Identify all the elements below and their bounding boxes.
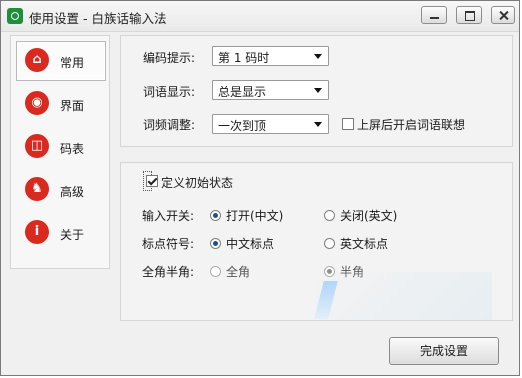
chevron-down-icon xyxy=(314,88,322,93)
input-on-radio[interactable] xyxy=(210,210,221,221)
close-button[interactable] xyxy=(491,6,515,24)
phrase-display-value: 总是显示 xyxy=(218,85,267,99)
input-switch-label: 输入开关: xyxy=(142,209,195,223)
window-title: 使用设置 - 白族话输入法 xyxy=(29,11,167,26)
sidebar-item-label: 码表 xyxy=(60,142,85,156)
frequency-adjust-select[interactable]: 一次到顶 xyxy=(212,114,329,134)
sidebar-item-general[interactable]: ⌂ 常用 xyxy=(16,41,106,81)
punctuation-cn-label: 中文标点 xyxy=(226,237,275,251)
full-width-radio[interactable] xyxy=(210,266,221,277)
info-icon: i xyxy=(25,220,49,244)
sidebar-item-advanced[interactable]: ♞ 高级 xyxy=(17,171,109,211)
width-mode-label: 全角半角: xyxy=(142,265,195,279)
minimize-button[interactable] xyxy=(421,6,447,24)
lion-icon: ♞ xyxy=(25,177,49,201)
punctuation-label: 标点符号: xyxy=(142,237,195,251)
frequency-adjust-value: 一次到顶 xyxy=(218,119,267,133)
watermark-overlay xyxy=(316,272,492,320)
input-off-label: 关闭(英文) xyxy=(340,209,398,223)
encoding-hint-value: 第 1 码时 xyxy=(218,51,270,65)
phrase-association-label: 上屏后开启词语联想 xyxy=(357,118,466,132)
settings-window: 使用设置 - 白族话输入法 ⌂ 常用 ◉ 界面 ◫ 码表 ♞ 高级 i 关于 编… xyxy=(0,0,520,376)
initial-state-group-title[interactable]: 定义初始状态 xyxy=(143,171,233,191)
punctuation-en-radio[interactable] xyxy=(324,238,335,249)
maximize-button[interactable] xyxy=(456,6,482,24)
sidebar-item-interface[interactable]: ◉ 界面 xyxy=(17,85,109,125)
location-icon: ◉ xyxy=(25,91,49,115)
sidebar-item-label: 界面 xyxy=(60,99,85,113)
finish-settings-button[interactable]: 完成设置 xyxy=(389,337,499,365)
initial-state-checkbox[interactable] xyxy=(146,175,158,187)
general-settings-panel: 编码提示: 第 1 码时 词语显示: 总是显示 词频调整: 一次到顶 上屏后开启… xyxy=(120,35,513,147)
sidebar-item-code-table[interactable]: ◫ 码表 xyxy=(17,128,109,168)
phrase-association-checkbox[interactable] xyxy=(342,118,354,130)
home-icon: ⌂ xyxy=(25,48,49,72)
frequency-adjust-label: 词频调整: xyxy=(143,118,196,132)
chevron-down-icon xyxy=(314,122,322,127)
input-on-label: 打开(中文) xyxy=(226,209,284,223)
full-width-label: 全角 xyxy=(226,265,251,279)
punctuation-en-label: 英文标点 xyxy=(340,237,389,251)
initial-state-label: 定义初始状态 xyxy=(161,176,234,190)
sidebar-item-label: 高级 xyxy=(60,185,85,199)
sidebar-item-label: 关于 xyxy=(60,228,85,242)
settings-sidebar: ⌂ 常用 ◉ 界面 ◫ 码表 ♞ 高级 i 关于 xyxy=(10,35,110,269)
input-off-radio[interactable] xyxy=(324,210,335,221)
sidebar-item-label: 常用 xyxy=(60,56,85,70)
chevron-down-icon xyxy=(314,54,322,59)
encoding-hint-label: 编码提示: xyxy=(143,51,196,65)
sidebar-item-about[interactable]: i 关于 xyxy=(17,214,109,254)
phrase-display-select[interactable]: 总是显示 xyxy=(212,80,329,100)
keyboard-icon: ◫ xyxy=(25,134,49,158)
encoding-hint-select[interactable]: 第 1 码时 xyxy=(212,46,329,66)
punctuation-cn-radio[interactable] xyxy=(210,238,221,249)
app-icon xyxy=(7,8,23,24)
title-bar[interactable]: 使用设置 - 白族话输入法 xyxy=(1,1,519,32)
phrase-display-label: 词语显示: xyxy=(143,85,196,99)
